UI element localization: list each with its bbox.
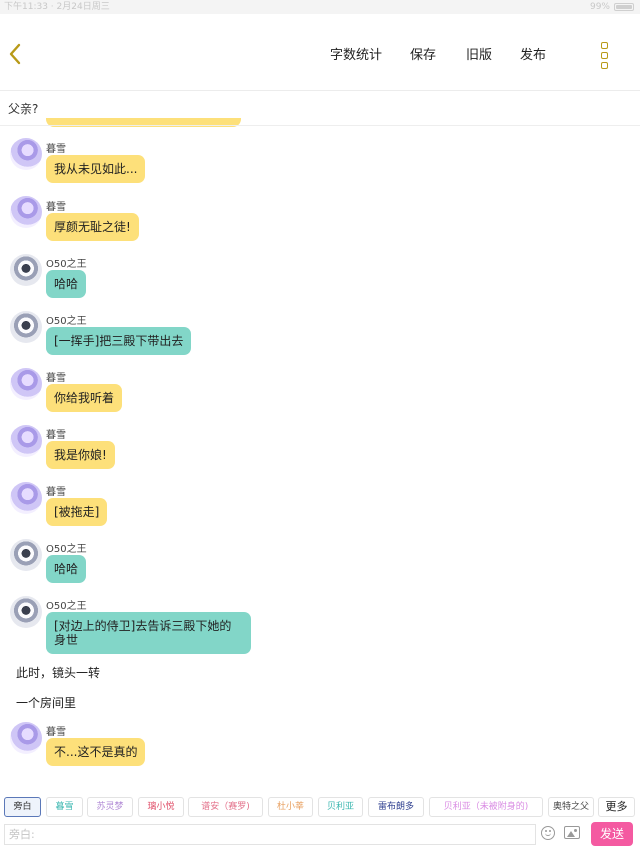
more-roles-button[interactable]: 更多 [598, 797, 635, 817]
avatar[interactable] [10, 482, 42, 514]
speaker-name: 暮雪 [46, 202, 66, 213]
speaker-name: 暮雪 [46, 373, 66, 384]
chevron-left-icon [9, 43, 21, 65]
battery-percent: 99% [589, 2, 610, 12]
chapter-title: 父亲? [8, 102, 39, 116]
send-button[interactable]: 发送 [591, 822, 633, 846]
avatar[interactable] [10, 722, 42, 754]
input-bar: 发送 [0, 822, 640, 853]
speaker-name: 暮雪 [46, 144, 66, 155]
avatar[interactable] [10, 425, 42, 457]
word-count-button[interactable]: 字数统计 [330, 44, 382, 63]
status-time-date: 下午11:33 · 2月24日周三 [4, 2, 110, 12]
message-bubble[interactable]: 你给我听着 [46, 384, 123, 412]
message-bubble[interactable]: [被拖走] [46, 498, 108, 526]
avatar[interactable] [10, 138, 42, 170]
role-tab[interactable]: 暮雪 [46, 797, 83, 817]
role-tab[interactable]: 璃小悦 [138, 797, 184, 817]
narration-text[interactable]: 一个房间里 [16, 694, 76, 711]
role-tab[interactable]: 贝利亚（未被附身的) [429, 797, 543, 817]
avatar[interactable] [10, 368, 42, 400]
top-nav-bar: 字数统计 保存 旧版 发布 [0, 14, 640, 91]
more-vertical-icon[interactable] [596, 40, 614, 70]
publish-button[interactable]: 发布 [520, 44, 546, 63]
role-tab[interactable]: 奥特之父 [548, 797, 594, 817]
message-input[interactable] [4, 824, 536, 845]
narration-text[interactable]: 此时，镜头一转 [16, 664, 100, 681]
message-bubble[interactable]: 不...这不是真的 [46, 738, 146, 766]
message-bubble[interactable]: 哈哈 [46, 555, 87, 583]
avatar[interactable] [10, 254, 42, 286]
avatar[interactable] [10, 596, 42, 628]
image-icon[interactable] [564, 826, 580, 839]
save-button[interactable]: 保存 [410, 44, 436, 63]
speaker-name: 暮雪 [46, 727, 66, 738]
role-tab[interactable]: 杜小莘 [268, 797, 313, 817]
back-button[interactable] [4, 38, 28, 70]
role-tab-bar: 旁白 暮雪 苏灵梦 璃小悦 谱安（赛罗) 杜小莘 贝利亚 雷布朗多 贝利亚（未被… [0, 795, 640, 819]
speaker-name: O50之王 [46, 259, 87, 270]
emoji-icon[interactable] [541, 826, 555, 840]
message-bubble[interactable]: 哈哈 [46, 270, 87, 298]
role-tab[interactable]: 贝利亚 [318, 797, 363, 817]
message-bubble[interactable]: [一挥手]把三殿下带出去 [46, 327, 192, 355]
avatar[interactable] [10, 539, 42, 571]
avatar[interactable] [10, 196, 42, 228]
message-bubble[interactable]: 我是你娘! [46, 441, 115, 469]
divider [0, 125, 640, 126]
speaker-name: O50之王 [46, 316, 87, 327]
speaker-name: 暮雪 [46, 487, 66, 498]
status-bar: 下午11:33 · 2月24日周三 99% [0, 0, 640, 14]
avatar[interactable] [10, 311, 42, 343]
battery-icon [614, 3, 634, 11]
role-tab[interactable]: 苏灵梦 [87, 797, 133, 817]
role-tab[interactable]: 谱安（赛罗) [188, 797, 263, 817]
message-bubble[interactable]: [对边上的侍卫]去告诉三殿下她的身世 [46, 612, 251, 654]
message-bubble[interactable]: 厚颜无耻之徒! [46, 213, 139, 241]
speaker-name: 暮雪 [46, 430, 66, 441]
speaker-name: O50之王 [46, 601, 87, 612]
speaker-name: O50之王 [46, 544, 87, 555]
message-bubble[interactable]: 我从未见如此... [46, 155, 146, 183]
old-version-button[interactable]: 旧版 [466, 44, 492, 63]
role-tab[interactable]: 雷布朗多 [368, 797, 424, 817]
role-tab-narrator[interactable]: 旁白 [4, 797, 41, 817]
